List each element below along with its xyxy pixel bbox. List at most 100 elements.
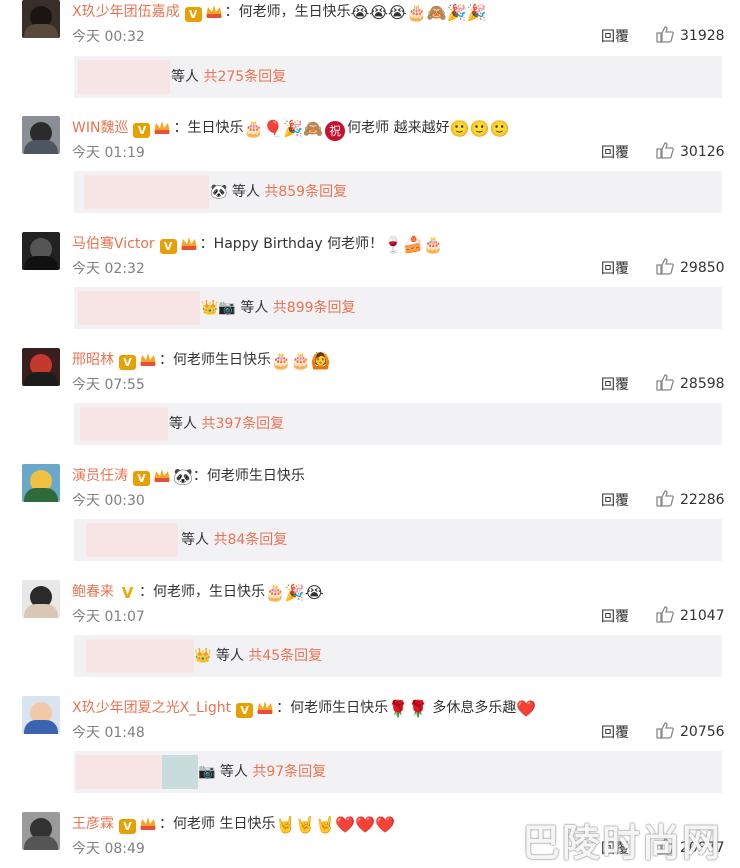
timestamp: 今天 01:19: [72, 145, 145, 161]
crown-icon: [140, 817, 156, 830]
like-button[interactable]: 28598: [656, 374, 725, 394]
avatar[interactable]: [22, 232, 60, 270]
emoji-group: 🐼: [173, 467, 193, 486]
like-count: 28598: [680, 376, 725, 392]
reply-users-label: 等人: [171, 69, 199, 85]
like-button[interactable]: 22286: [656, 490, 725, 510]
comment-text-2: 何老师 越来越好: [347, 120, 450, 136]
avatar[interactable]: [22, 580, 60, 618]
reply-users-label: 等人: [169, 416, 197, 432]
crown-icon: [180, 237, 197, 250]
avatar[interactable]: [22, 0, 60, 38]
avatar[interactable]: [22, 696, 60, 734]
like-button[interactable]: 31928: [656, 26, 725, 46]
thumbs-up-icon: [656, 258, 674, 275]
blurred-avatars: [80, 407, 168, 441]
timestamp: 今天 01:07: [72, 609, 145, 625]
reply-summary[interactable]: 等人 共397条回复: [74, 403, 722, 445]
avatar[interactable]: [22, 116, 60, 154]
username-link[interactable]: X玖少年团夏之光X_Light: [72, 700, 231, 716]
reply-button[interactable]: 回覆: [601, 492, 629, 510]
timestamp: 今天 01:48: [72, 725, 145, 741]
username-link[interactable]: X玖少年团伍嘉成: [72, 4, 180, 20]
like-count: 29850: [680, 260, 725, 276]
emoji-group: 🌹🌹: [388, 699, 428, 718]
like-count: 21047: [680, 608, 725, 624]
comment-item: 邢昭林 V ：何老师生日快乐🎂🎂🙆 今天 07:55 回覆 28598 等人 共39…: [0, 348, 740, 464]
verified-badge-icon: V: [119, 819, 136, 834]
thumbs-up-icon: [656, 490, 674, 507]
blurred-avatars: [76, 755, 162, 789]
blurred-avatars: [78, 60, 170, 94]
blurred-avatars: [86, 523, 178, 557]
comment-item: 鲍春来 V ：何老师，生日快乐🎂🎉😭 今天 01:07 回覆 21047 👑 等人 …: [0, 580, 740, 696]
verified-badge-icon: V: [159, 239, 177, 254]
avatar[interactable]: [22, 348, 60, 386]
like-count: 22286: [680, 492, 725, 508]
crown-icon: [257, 701, 274, 714]
verified-badge-icon: V: [133, 471, 150, 486]
reply-users-label: 等人: [181, 532, 209, 548]
thumbs-up-icon: [656, 374, 674, 391]
blurred-avatars-2: [162, 755, 198, 789]
emoji-group: 🎂🎈🎉🙈: [243, 119, 324, 138]
emoji-group: 🎂🎂🙆: [271, 351, 331, 370]
blurred-avatars: [78, 291, 200, 325]
reply-count-link[interactable]: 共275条回复: [203, 69, 286, 85]
verified-badge-icon: V: [133, 123, 151, 138]
reply-emojis: 🐼: [210, 184, 228, 200]
username-link[interactable]: 王彦霖: [72, 816, 114, 832]
avatar[interactable]: [22, 464, 60, 502]
thumbs-up-icon: [656, 606, 674, 623]
username-link[interactable]: 邢昭林: [72, 352, 114, 368]
reply-summary[interactable]: 等人 共275条回复: [74, 56, 722, 98]
comment-text: ：何老师生日快乐: [159, 352, 271, 368]
crown-icon: [140, 353, 156, 366]
username-link[interactable]: 马伯骞Victor: [72, 236, 155, 252]
like-count: 30126: [680, 144, 725, 160]
like-button[interactable]: 21047: [656, 606, 725, 626]
username-link[interactable]: 演员任涛: [72, 468, 128, 484]
comment-item: 马伯骞Victor V ：Happy Birthday 何老师！🍷🍰🎂 今天 02:…: [0, 232, 740, 348]
reply-button[interactable]: 回覆: [601, 260, 629, 278]
reply-button[interactable]: 回覆: [601, 376, 629, 394]
like-button[interactable]: 20756: [656, 722, 725, 742]
reply-button[interactable]: 回覆: [601, 144, 629, 162]
reply-count-link[interactable]: 共397条回复: [201, 416, 284, 432]
reply-summary[interactable]: 👑📷 等人 共899条回复: [74, 287, 722, 329]
reply-button[interactable]: 回覆: [601, 608, 629, 626]
reply-count-link[interactable]: 共859条回复: [264, 184, 347, 200]
timestamp: 今天 00:30: [72, 493, 145, 509]
emoji-group-2: ❤️: [516, 699, 537, 718]
verified-badge-icon: V: [121, 584, 134, 602]
reply-count-link[interactable]: 共45条回复: [248, 648, 322, 664]
timestamp: 今天 02:32: [72, 261, 145, 277]
avatar[interactable]: [22, 812, 60, 850]
comment-item: WIN魏巡 V ：生日快乐🎂🎈🎉🙈 祝何老师 越来越好🙂🙂🙂 今天 01:19 回覆 …: [0, 116, 740, 232]
reply-summary[interactable]: 👑 等人 共45条回复: [74, 635, 722, 677]
comment-text: ：何老师，生日快乐: [139, 584, 265, 600]
like-button[interactable]: 29850: [656, 258, 725, 278]
reply-summary[interactable]: 等人 共84条回复: [74, 519, 722, 561]
crown-icon: [154, 469, 170, 482]
username-link[interactable]: 鲍春来: [72, 584, 114, 600]
reply-summary[interactable]: 🐼 等人 共859条回复: [74, 171, 722, 213]
timestamp: 今天 00:32: [72, 29, 145, 45]
crown-icon: [205, 5, 222, 18]
verified-badge-icon: V: [184, 7, 202, 22]
reply-count-link[interactable]: 共84条回复: [213, 532, 287, 548]
reply-count-link[interactable]: 共97条回复: [252, 764, 326, 780]
like-button[interactable]: 30126: [656, 142, 725, 162]
timestamp: 今天 07:55: [72, 377, 145, 393]
timestamp: 今天 08:49: [72, 841, 145, 857]
reply-button[interactable]: 回覆: [601, 28, 629, 46]
reply-emojis: 👑: [194, 648, 212, 664]
site-watermark: 巴陵时尚网: [522, 820, 723, 865]
verified-badge-icon: V: [236, 703, 254, 718]
reply-count-link[interactable]: 共899条回复: [273, 300, 356, 316]
reply-button[interactable]: 回覆: [601, 724, 629, 742]
zhu-badge-icon: 祝: [325, 121, 346, 141]
username-link[interactable]: WIN魏巡: [72, 120, 128, 136]
reply-summary[interactable]: 📷 等人 共97条回复: [74, 751, 722, 793]
like-count: 20756: [680, 724, 725, 740]
